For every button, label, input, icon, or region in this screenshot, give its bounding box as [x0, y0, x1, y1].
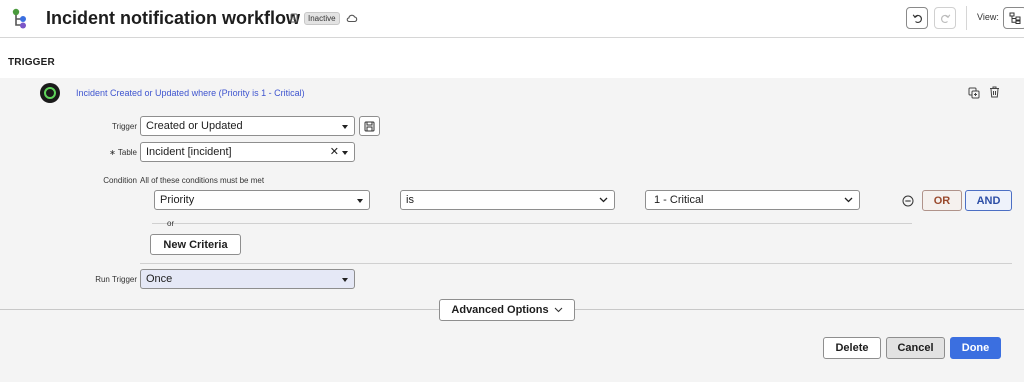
caret-down-icon[interactable]	[342, 151, 348, 155]
condition-value-select[interactable]: 1 - Critical	[645, 190, 860, 210]
table-label-group: ∗ Table	[60, 148, 137, 157]
condition-value: 1 - Critical	[654, 194, 704, 206]
remove-condition-icon[interactable]	[902, 195, 914, 207]
advanced-options-label: Advanced Options	[451, 304, 549, 316]
run-trigger-label: Run Trigger	[95, 275, 137, 284]
copy-icon[interactable]	[968, 87, 980, 99]
trigger-label: Trigger	[111, 122, 137, 131]
header-divider	[966, 6, 967, 30]
table-field-value: Incident [incident]	[146, 146, 232, 158]
redo-button[interactable]	[934, 7, 956, 29]
table-label: Table	[117, 148, 137, 157]
done-button[interactable]: Done	[950, 337, 1001, 359]
condition-divider	[152, 223, 912, 224]
delete-trigger-icon[interactable]	[989, 86, 1000, 98]
edit-title-icon[interactable]	[290, 13, 298, 23]
run-trigger-select[interactable]: Once	[140, 269, 355, 289]
trigger-select[interactable]: Created or Updated	[140, 116, 355, 136]
run-trigger-value: Once	[146, 273, 173, 285]
new-criteria-button[interactable]: New Criteria	[150, 234, 241, 255]
trigger-status-icon	[40, 83, 60, 103]
view-toggle-button[interactable]	[1003, 7, 1024, 29]
undo-icon	[912, 13, 922, 23]
or-separator-text: or	[167, 219, 175, 228]
and-condition-button[interactable]: AND	[965, 190, 1012, 211]
or-condition-button[interactable]: OR	[922, 190, 962, 211]
redo-icon	[940, 13, 950, 23]
undo-button[interactable]	[906, 7, 928, 29]
delete-button[interactable]: Delete	[823, 337, 881, 359]
required-marker: ∗	[109, 148, 116, 157]
chevron-down-icon	[554, 307, 562, 313]
condition-operator-value: is	[406, 194, 414, 206]
chevron-down-icon	[844, 197, 853, 203]
save-icon	[364, 121, 375, 131]
condition-label: Condition	[103, 176, 137, 185]
workflow-header: Incident notification workflow Inactive …	[0, 0, 1024, 38]
cloud-sync-icon	[346, 14, 358, 23]
chevron-down-icon	[599, 197, 608, 203]
advanced-options-button[interactable]: Advanced Options	[439, 299, 575, 321]
trigger-summary-link[interactable]: Incident Created or Updated where (Prior…	[76, 88, 305, 98]
table-reference-field[interactable]: Incident [incident] ✕	[140, 142, 355, 162]
flow-designer-icon	[12, 8, 26, 29]
caret-down-icon	[342, 125, 348, 129]
view-label: View:	[977, 12, 999, 22]
trigger-select-value: Created or Updated	[146, 120, 243, 132]
cancel-button[interactable]: Cancel	[886, 337, 945, 359]
status-badge: Inactive	[304, 12, 340, 25]
trigger-section-title: TRIGGER	[8, 57, 55, 68]
clear-icon[interactable]: ✕	[330, 143, 339, 161]
condition-hint: All of these conditions must be met	[140, 176, 265, 185]
tree-view-icon	[1009, 12, 1021, 24]
caret-down-icon	[342, 278, 348, 282]
page-title: Incident notification workflow	[46, 8, 300, 28]
section-divider	[140, 263, 1012, 264]
save-trigger-button[interactable]	[359, 116, 380, 136]
condition-field-value: Priority	[160, 194, 195, 206]
caret-down-icon	[357, 199, 363, 203]
condition-operator-select[interactable]: is	[400, 190, 615, 210]
condition-field-select[interactable]: Priority	[154, 190, 370, 210]
